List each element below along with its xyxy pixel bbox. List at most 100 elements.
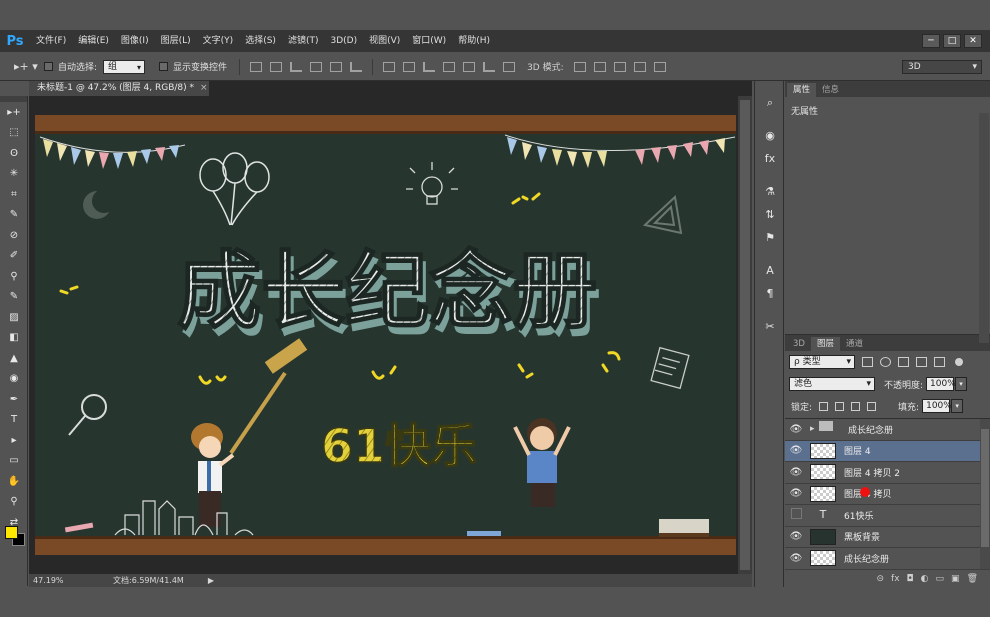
type-filter-icon[interactable] <box>898 357 909 367</box>
path-selection-tool-icon[interactable]: ▸ <box>0 430 28 451</box>
align-left-icon[interactable] <box>310 61 323 72</box>
adjustments-icon[interactable]: ⚗ <box>755 180 785 203</box>
smart-object-filter-icon[interactable] <box>934 357 945 367</box>
visibility-off-icon[interactable] <box>785 508 807 522</box>
align-vcenter-icon[interactable] <box>270 61 283 72</box>
opacity-slider-button[interactable]: ▾ <box>955 377 968 391</box>
lock-image-icon[interactable] <box>835 401 845 411</box>
lasso-tool-icon[interactable]: ʘ <box>0 143 28 164</box>
hand-tool-icon[interactable]: ✋ <box>0 471 28 492</box>
close-tab-icon[interactable]: × <box>200 83 208 93</box>
align-bottom-icon[interactable] <box>290 61 303 72</box>
menu-view[interactable]: 视图(V) <box>363 30 406 52</box>
fill-input[interactable]: 100% <box>922 399 952 413</box>
lock-transparent-icon[interactable] <box>819 401 829 411</box>
close-button[interactable]: ✕ <box>964 34 982 48</box>
3d-slide-icon[interactable] <box>633 61 646 72</box>
menu-filter[interactable]: 滤镜(T) <box>282 30 325 52</box>
align-right-icon[interactable] <box>350 61 363 72</box>
styles-icon[interactable]: fx <box>755 147 785 170</box>
menu-layer[interactable]: 图层(L) <box>155 30 197 52</box>
distribute-right-icon[interactable] <box>483 61 496 72</box>
character-icon[interactable]: A <box>755 259 785 282</box>
menu-window[interactable]: 窗口(W) <box>406 30 452 52</box>
minimize-button[interactable]: ─ <box>922 34 940 48</box>
3d-pan-icon[interactable] <box>613 61 626 72</box>
color-icon[interactable]: ◉ <box>755 124 785 147</box>
lock-position-icon[interactable] <box>851 401 861 411</box>
visibility-eye-icon[interactable]: 👁 <box>785 553 807 564</box>
canvas-vertical-scrollbar[interactable] <box>738 96 752 574</box>
paragraph-icon[interactable]: ¶ <box>755 282 785 305</box>
visibility-eye-icon[interactable]: 👁 <box>785 445 807 456</box>
properties-scrollbar[interactable] <box>979 113 989 343</box>
add-mask-icon[interactable]: ◘ <box>907 574 914 584</box>
dodge-tool-icon[interactable]: ◉ <box>0 369 28 390</box>
healing-brush-tool-icon[interactable]: ⊘ <box>0 225 28 246</box>
align-top-icon[interactable] <box>250 61 263 72</box>
3d-scale-icon[interactable] <box>653 61 666 72</box>
shape-filter-icon[interactable] <box>916 357 927 367</box>
3d-rotate-icon[interactable] <box>573 61 586 72</box>
tool-presets-icon[interactable]: ✂ <box>755 315 785 338</box>
marquee-tool-icon[interactable]: ⬚ <box>0 123 28 144</box>
new-adjustment-icon[interactable]: ◐ <box>921 574 929 584</box>
delete-layer-icon[interactable]: 🗑 <box>967 574 978 584</box>
layer-row[interactable]: 👁 成长纪念册 <box>785 548 990 570</box>
auto-select-checkbox[interactable] <box>44 62 53 71</box>
auto-align-icon[interactable] <box>503 61 516 72</box>
visibility-eye-icon[interactable]: 👁 <box>785 531 807 542</box>
group-folder-icon[interactable]: ▸ <box>810 421 840 437</box>
layer-row[interactable]: 👁 图层 4 <box>785 440 990 462</box>
fill-slider-button[interactable]: ▾ <box>951 399 964 413</box>
document-tab[interactable]: 未标题-1 @ 47.2% (图层 4, RGB/8) * × <box>29 81 209 96</box>
blur-tool-icon[interactable]: ▲ <box>0 348 28 369</box>
new-group-icon[interactable]: ▭ <box>936 574 945 584</box>
distribute-bottom-icon[interactable] <box>423 61 436 72</box>
visibility-eye-icon[interactable]: 👁 <box>785 467 807 478</box>
tab-layers[interactable]: 图层 <box>810 337 840 351</box>
menu-edit[interactable]: 编辑(E) <box>72 30 115 52</box>
distribute-left-icon[interactable] <box>443 61 456 72</box>
histogram-icon[interactable]: ⌕ <box>755 91 785 114</box>
distribute-top-icon[interactable] <box>383 61 396 72</box>
eyedropper-tool-icon[interactable]: ✎ <box>0 205 28 226</box>
menu-select[interactable]: 选择(S) <box>239 30 282 52</box>
scrollbar-thumb[interactable] <box>740 100 750 570</box>
pixel-filter-icon[interactable] <box>862 357 873 367</box>
crop-tool-icon[interactable]: ⌗ <box>0 184 28 205</box>
layer-row[interactable]: T 61快乐 <box>785 505 990 527</box>
move-tool-preset-icon[interactable]: ▸+ ▾ <box>14 60 44 73</box>
3d-roll-icon[interactable] <box>593 61 606 72</box>
distribute-hcenter-icon[interactable] <box>463 61 476 72</box>
visibility-eye-icon[interactable]: 👁 <box>785 424 807 435</box>
link-layers-icon[interactable]: ⊝ <box>877 574 885 584</box>
layers-scrollbar[interactable] <box>980 419 990 569</box>
canvas[interactable]: 成长纪念册 成长纪念册 61快乐 <box>35 115 736 555</box>
auto-select-dropdown[interactable]: 组 <box>103 59 146 74</box>
opacity-input[interactable]: 100% <box>926 377 956 391</box>
layer-kind-filter[interactable]: ρ 类型 <box>789 355 855 369</box>
menu-file[interactable]: 文件(F) <box>30 30 72 52</box>
actions-icon[interactable]: ⚑ <box>755 226 785 249</box>
layer-row[interactable]: 👁 ▸ 成长纪念册 <box>785 419 990 441</box>
type-tool-icon[interactable]: T <box>0 410 28 431</box>
foreground-color-swatch[interactable] <box>5 526 18 539</box>
menu-image[interactable]: 图像(I) <box>115 30 155 52</box>
maximize-button[interactable]: □ <box>943 34 961 48</box>
layer-row[interactable]: 👁 黑板背景 <box>785 527 990 548</box>
masks-icon[interactable]: ⇅ <box>755 203 785 226</box>
menu-3d[interactable]: 3D(D) <box>324 30 363 52</box>
gradient-tool-icon[interactable]: ◧ <box>0 328 28 349</box>
new-layer-icon[interactable]: ▣ <box>951 574 960 584</box>
zoom-tool-icon[interactable]: ⚲ <box>0 492 28 513</box>
lock-all-icon[interactable] <box>867 401 877 411</box>
tab-info[interactable]: 信息 <box>816 83 845 97</box>
layer-row[interactable]: 👁 图层 4 拷贝 2 <box>785 462 990 484</box>
blend-mode-dropdown[interactable]: 滤色 <box>789 377 875 391</box>
menu-type[interactable]: 文字(Y) <box>197 30 240 52</box>
distribute-vcenter-icon[interactable] <box>403 61 416 72</box>
tab-3d[interactable]: 3D <box>787 337 811 351</box>
align-hcenter-icon[interactable] <box>330 61 343 72</box>
brush-tool-icon[interactable]: ✐ <box>0 246 28 267</box>
